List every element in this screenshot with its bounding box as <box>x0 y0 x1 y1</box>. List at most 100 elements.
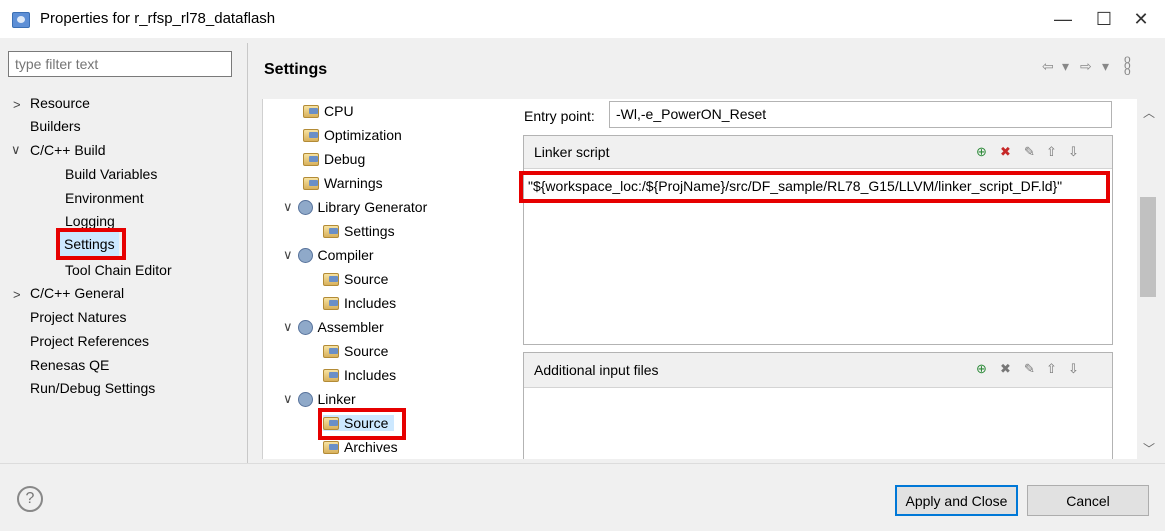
scrollbar-thumb[interactable] <box>1140 197 1156 297</box>
scroll-up-icon[interactable]: ︿ <box>1143 104 1155 121</box>
gear-icon <box>297 247 313 263</box>
tool-item-assembler-includes[interactable]: Includes <box>323 367 396 383</box>
tree-item-environment[interactable]: Environment <box>65 190 144 206</box>
forward-menu-icon[interactable]: ▾ <box>1102 58 1109 75</box>
gear-icon <box>297 199 313 215</box>
pane-splitter[interactable] <box>247 43 248 463</box>
move-down-icon[interactable]: ⇩ <box>1068 361 1079 377</box>
edit-icon[interactable]: ✎ <box>1024 361 1035 377</box>
tool-label: Archives <box>344 439 398 455</box>
tool-label: Linker <box>317 391 356 407</box>
app-icon <box>12 12 30 28</box>
tree-item-project-references[interactable]: Project References <box>30 333 149 349</box>
add-icon[interactable]: ⊕ <box>976 361 987 377</box>
add-icon[interactable]: ⊕ <box>976 144 987 160</box>
tree-item-build-variables[interactable]: Build Variables <box>65 166 157 182</box>
entry-point-field[interactable]: -Wl,-e_PowerON_Reset <box>609 101 1112 128</box>
back-menu-icon[interactable]: ▾ <box>1062 58 1069 75</box>
collapse-icon[interactable]: ∨ <box>283 247 293 263</box>
tree-item-builders[interactable]: Builders <box>30 118 81 134</box>
delete-icon[interactable]: ✖ <box>1000 144 1011 160</box>
tool-label: Source <box>344 271 389 287</box>
folder-settings-icon <box>323 440 339 454</box>
move-up-icon[interactable]: ⇧ <box>1046 144 1057 160</box>
tool-label: Settings <box>344 223 395 239</box>
help-icon[interactable]: ? <box>17 486 43 512</box>
tool-item-compiler[interactable]: ∨ Compiler <box>283 247 374 263</box>
folder-settings-icon <box>323 296 339 310</box>
forward-icon[interactable]: ⇨ <box>1080 58 1092 75</box>
tree-item-resource[interactable]: Resource <box>30 95 90 111</box>
tool-item-optimization[interactable]: Optimization <box>303 127 402 143</box>
folder-settings-icon <box>303 104 319 118</box>
linker-script-panel: Linker script ⊕ ✖ ✎ ⇧ ⇩ "${workspace_loc… <box>523 135 1113 345</box>
gear-icon <box>297 319 313 335</box>
collapse-icon[interactable]: ∨ <box>283 391 293 407</box>
tool-item-compiler-includes[interactable]: Includes <box>323 295 396 311</box>
tool-item-cpu[interactable]: CPU <box>303 103 354 119</box>
window-title: Properties for r_rfsp_rl78_dataflash <box>40 10 276 27</box>
tool-item-debug[interactable]: Debug <box>303 151 365 167</box>
tool-label: Compiler <box>317 247 374 263</box>
minimize-button[interactable]: — <box>1040 4 1086 34</box>
entry-point-label: Entry point: <box>524 108 595 124</box>
filter-input[interactable] <box>9 52 231 76</box>
tool-label: Source <box>344 343 389 359</box>
tool-label: Warnings <box>324 175 383 191</box>
highlight-linker-source <box>318 408 406 440</box>
tree-item-tool-chain-editor[interactable]: Tool Chain Editor <box>65 262 172 278</box>
tree-item-run-debug-settings[interactable]: Run/Debug Settings <box>30 380 155 396</box>
tool-settings-tree: CPU Optimization Debug Warnings ∨ Library… <box>262 99 519 459</box>
tool-item-libgen-settings[interactable]: Settings <box>323 223 395 239</box>
tool-label: Includes <box>344 367 397 383</box>
tool-item-library-generator[interactable]: ∨ Library Generator <box>283 199 427 215</box>
delete-icon[interactable]: ✖ <box>1000 361 1011 377</box>
tree-item-cpp-build[interactable]: C/C++ Build <box>30 142 105 158</box>
collapse-build-icon[interactable]: ∨ <box>11 142 21 158</box>
page-title: Settings <box>264 61 328 78</box>
edit-icon[interactable]: ✎ <box>1024 144 1035 160</box>
collapse-icon[interactable]: ∨ <box>283 319 293 335</box>
cancel-button[interactable]: Cancel <box>1027 485 1149 516</box>
collapse-icon[interactable]: ∨ <box>283 199 293 215</box>
folder-settings-icon <box>323 368 339 382</box>
highlight-settings <box>56 228 126 260</box>
tool-label: Assembler <box>317 319 384 335</box>
tool-item-compiler-source[interactable]: Source <box>323 271 388 287</box>
additional-files-header: Additional input files ⊕ ✖ ✎ ⇧ ⇩ <box>524 353 1112 388</box>
tree-item-renesas-qe[interactable]: Renesas QE <box>30 357 109 373</box>
gear-icon <box>297 391 313 407</box>
filter-field[interactable] <box>8 51 232 77</box>
tool-label: Optimization <box>324 127 402 143</box>
folder-settings-icon <box>323 224 339 238</box>
tree-item-logging[interactable]: Logging <box>65 213 115 229</box>
folder-settings-icon <box>303 128 319 142</box>
move-down-icon[interactable]: ⇩ <box>1068 144 1079 160</box>
tool-label: Library Generator <box>317 199 428 215</box>
additional-files-panel: Additional input files ⊕ ✖ ✎ ⇧ ⇩ <box>523 352 1113 459</box>
expand-resource-icon[interactable]: > <box>13 97 21 112</box>
linker-script-title: Linker script <box>534 144 610 160</box>
tool-label: Includes <box>344 295 397 311</box>
highlight-linker-script <box>519 171 1110 203</box>
tool-label: CPU <box>324 103 354 119</box>
tool-item-warnings[interactable]: Warnings <box>303 175 383 191</box>
tool-label: Debug <box>324 151 366 167</box>
tree-item-cpp-general[interactable]: C/C++ General <box>30 285 124 301</box>
additional-files-title: Additional input files <box>534 362 659 378</box>
tool-item-linker[interactable]: ∨ Linker <box>283 391 356 407</box>
linker-script-header: Linker script ⊕ ✖ ✎ ⇧ ⇩ <box>524 136 1112 169</box>
scroll-down-icon[interactable]: ﹀ <box>1143 440 1155 457</box>
folder-settings-icon <box>303 176 319 190</box>
close-button[interactable]: ✕ <box>1118 4 1164 34</box>
tool-item-linker-archives[interactable]: Archives <box>323 439 398 455</box>
apply-and-close-button[interactable]: Apply and Close <box>895 485 1018 516</box>
tool-item-assembler[interactable]: ∨ Assembler <box>283 319 384 335</box>
move-up-icon[interactable]: ⇧ <box>1046 361 1057 377</box>
back-icon[interactable]: ⇦ <box>1042 58 1054 75</box>
expand-cpp-general-icon[interactable]: > <box>13 287 21 302</box>
tree-item-project-natures[interactable]: Project Natures <box>30 309 126 325</box>
folder-settings-icon <box>323 344 339 358</box>
view-menu-icon[interactable]: ooo <box>1124 53 1131 77</box>
tool-item-assembler-source[interactable]: Source <box>323 343 388 359</box>
